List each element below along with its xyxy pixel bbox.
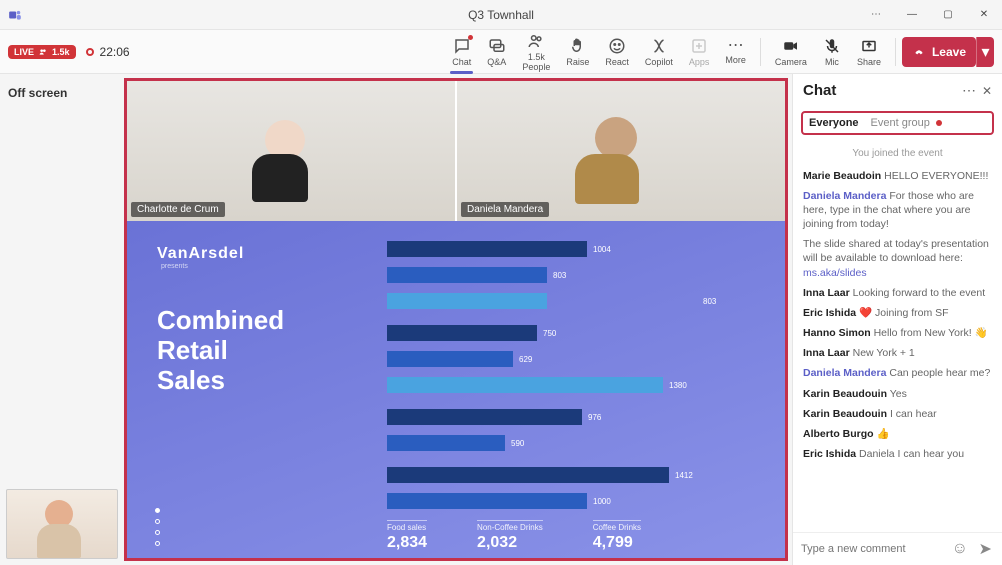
stage: Charlotte de Crum Daniela Mandera VanArs… [124, 78, 788, 561]
chat-message[interactable]: Karin Beaudouin Yes [803, 387, 992, 401]
people-toolbar-button[interactable]: 1.5k People [514, 32, 558, 72]
chat-messages[interactable]: You joined the event Marie Beaudoin HELL… [793, 143, 1002, 532]
slide-chart: 1004 803 803 750 629 1380 976 590 1412 1… [387, 239, 745, 508]
slide-legend: Food sales2,834 Non-Coffee Drinks2,032 C… [387, 520, 745, 552]
chat-message[interactable]: Alberto Burgo 👍 [803, 427, 992, 441]
window-title: Q3 Townhall [468, 8, 534, 22]
chat-close-button[interactable]: ✕ [982, 84, 992, 98]
chat-message[interactable]: The slide shared at today's presentation… [803, 237, 992, 280]
close-window-button[interactable]: ✕ [966, 0, 1002, 30]
self-view[interactable] [6, 489, 118, 559]
shared-slide: VanArsdel presents Combined Retail Sales… [127, 221, 785, 558]
chat-message[interactable]: Karin Beaudouin I can hear [803, 407, 992, 421]
maximize-button[interactable]: ▢ [930, 0, 966, 30]
chat-message[interactable]: Hanno Simon Hello from New York! 👋 [803, 326, 992, 340]
slide-pager [155, 508, 160, 546]
meeting-toolbar: LIVE 1.5k 22:06 Chat Q&A 1.5k People Rai… [0, 30, 1002, 74]
leave-button[interactable]: Leave [902, 37, 976, 67]
chat-tab-event-group[interactable]: Event group [871, 117, 930, 129]
chat-system-msg: You joined the event [803, 147, 992, 161]
chat-message[interactable]: Daniela Mandera For those who are here, … [803, 189, 992, 232]
send-button[interactable]: ➤ [977, 539, 995, 559]
camera-toolbar-button[interactable]: Camera [767, 32, 815, 72]
chat-more-button[interactable]: ⋯ [962, 82, 976, 99]
off-screen-label: Off screen [8, 86, 112, 100]
leave-dropdown[interactable]: ▾ [976, 37, 994, 67]
titlebar: Q3 Townhall ⋯ — ▢ ✕ [0, 0, 1002, 30]
mic-toolbar-button[interactable]: Mic [815, 32, 849, 72]
react-toolbar-button[interactable]: React [597, 32, 637, 72]
record-indicator-icon [86, 48, 94, 56]
unread-dot-icon [936, 120, 942, 126]
chat-toolbar-button[interactable]: Chat [444, 32, 479, 72]
chat-message[interactable]: Eric Ishida ❤️ Joining from SF [803, 306, 992, 320]
presenter-video-2[interactable]: Daniela Mandera [457, 81, 785, 221]
chat-tabs: Everyone Event group [801, 111, 994, 135]
chat-input[interactable] [801, 543, 943, 555]
more-toolbar-button[interactable]: ⋯ More [717, 32, 754, 72]
meeting-timer: 22:06 [100, 45, 130, 59]
chat-title: Chat [803, 82, 956, 99]
chat-message[interactable]: Marie Beaudoin HELLO EVERYONE!!! [803, 169, 992, 183]
presenter-name-1: Charlotte de Crum [131, 202, 225, 217]
emoji-button[interactable]: ☺ [951, 540, 969, 558]
chat-panel: Chat ⋯ ✕ Everyone Event group You joined… [792, 74, 1002, 565]
live-badge: LIVE 1.5k [8, 45, 76, 59]
chat-message[interactable]: Inna Laar Looking forward to the event [803, 286, 992, 300]
share-toolbar-button[interactable]: Share [849, 32, 889, 72]
more-window-button[interactable]: ⋯ [858, 0, 894, 30]
chat-message[interactable]: Eric Ishida Daniela I can hear you [803, 447, 992, 461]
qa-toolbar-button[interactable]: Q&A [479, 32, 514, 72]
presenter-video-1[interactable]: Charlotte de Crum [127, 81, 455, 221]
presenter-name-2: Daniela Mandera [461, 202, 549, 217]
teams-icon [8, 8, 22, 22]
chat-compose: ☺ ➤ [793, 532, 1002, 565]
apps-toolbar-button[interactable]: Apps [681, 32, 718, 72]
chat-tab-everyone[interactable]: Everyone [809, 117, 859, 129]
chat-message[interactable]: Inna Laar New York + 1 [803, 346, 992, 360]
copilot-toolbar-button[interactable]: Copilot [637, 32, 681, 72]
raise-hand-toolbar-button[interactable]: Raise [558, 32, 597, 72]
minimize-button[interactable]: — [894, 0, 930, 30]
chat-message[interactable]: Daniela Mandera Can people hear me? [803, 366, 992, 380]
